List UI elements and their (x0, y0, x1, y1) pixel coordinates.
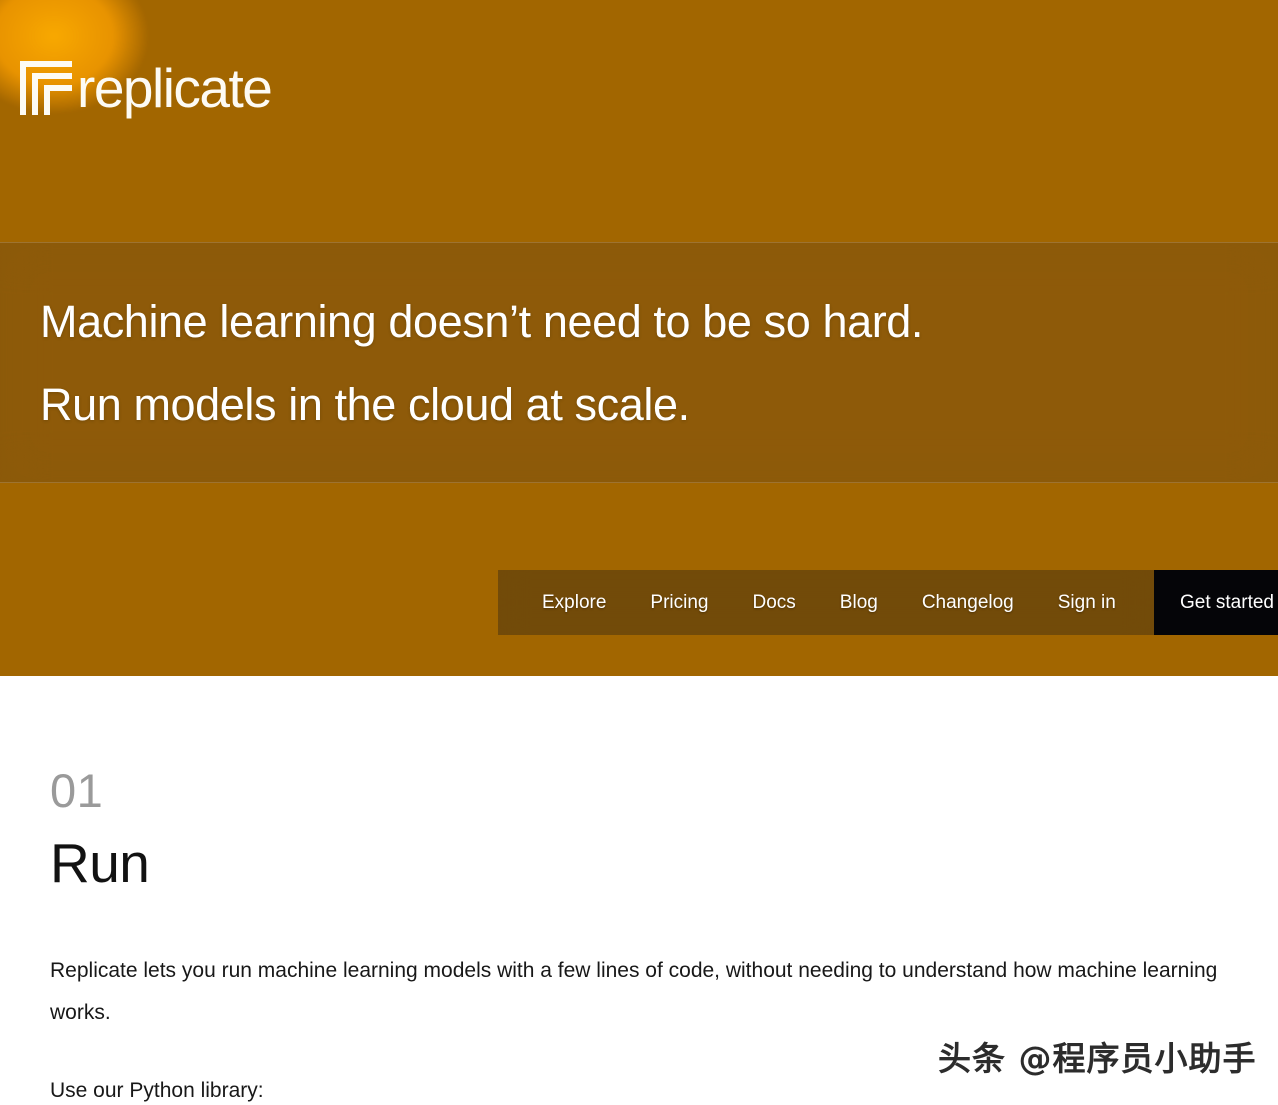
hero-headline-line-2: Run models in the cloud at scale. (40, 378, 690, 430)
nav-item-pricing[interactable]: Pricing (628, 593, 730, 612)
nav-links-group: Explore Pricing Docs Blog Changelog Sign… (498, 570, 1154, 635)
nav-item-explore[interactable]: Explore (520, 593, 628, 612)
nav-item-blog[interactable]: Blog (818, 593, 900, 612)
watermark-text: 头条 @程序员小助手 (938, 1039, 1257, 1078)
replicate-logo-icon (20, 61, 72, 115)
hero-headline-band: Machine learning doesn’t need to be so h… (0, 242, 1278, 483)
section-title: Run (50, 832, 150, 894)
page-root: replicate Machine learning doesn’t need … (0, 0, 1278, 1105)
nav-item-docs[interactable]: Docs (731, 593, 818, 612)
nav-item-changelog[interactable]: Changelog (900, 593, 1036, 612)
brand-wordmark: replicate (77, 57, 273, 119)
section-paragraph: Replicate lets you run machine learning … (50, 959, 1218, 1024)
hero-headline-line-1: Machine learning doesn’t need to be so h… (40, 295, 924, 347)
get-started-button[interactable]: Get started (1154, 570, 1278, 635)
main-navigation: Explore Pricing Docs Blog Changelog Sign… (498, 570, 1278, 635)
section-number: 01 (50, 764, 104, 817)
brand-logo[interactable]: replicate (18, 57, 273, 119)
nav-item-sign-in[interactable]: Sign in (1036, 593, 1138, 612)
hero-section: replicate Machine learning doesn’t need … (0, 0, 1278, 676)
